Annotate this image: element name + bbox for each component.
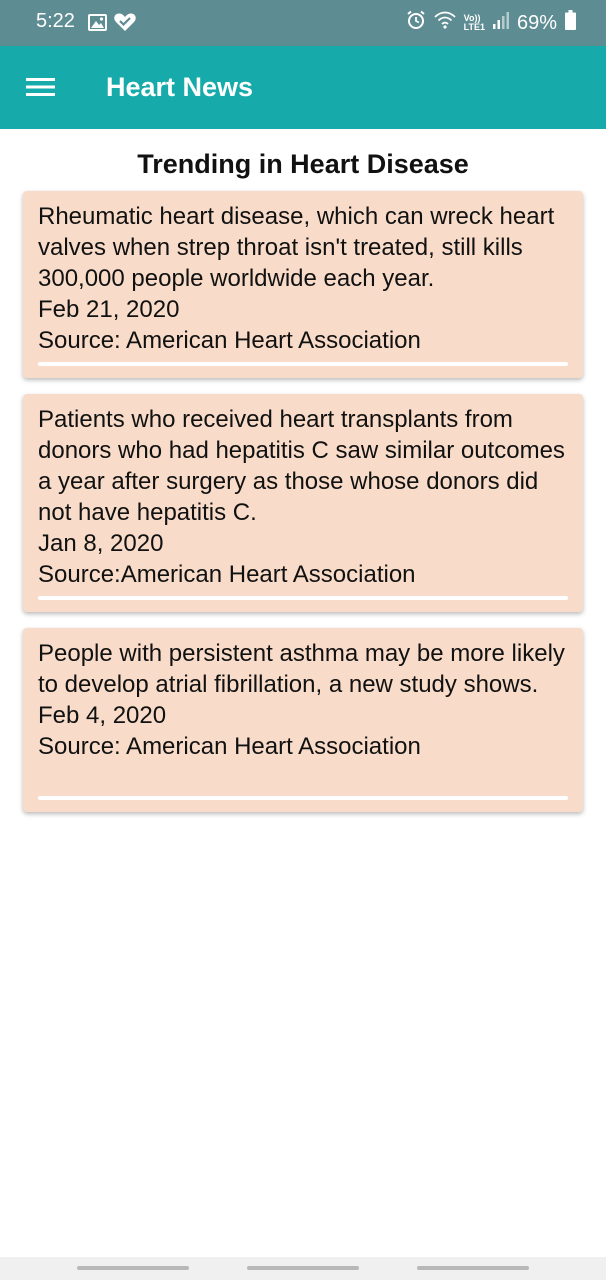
system-nav-bar [0, 1257, 606, 1280]
battery-icon [565, 10, 576, 36]
news-card[interactable]: Patients who received heart transplants … [23, 394, 583, 612]
nav-home-handle[interactable] [247, 1266, 359, 1270]
status-notification-icons [88, 12, 137, 37]
card-source: Source: American Heart Association [38, 327, 421, 354]
app-title: Heart News [106, 72, 254, 102]
card-headline: People with persistent asthma may be mor… [38, 640, 565, 698]
nav-back-handle[interactable] [417, 1266, 529, 1270]
news-card[interactable]: People with persistent asthma may be mor… [23, 628, 583, 812]
card-headline: Rheumatic heart disease, which can wreck… [38, 203, 555, 292]
hamburger-menu-icon[interactable] [24, 74, 58, 100]
card-divider [38, 796, 568, 800]
app-bar: Heart News [0, 46, 606, 129]
card-divider [38, 596, 568, 600]
status-bar: 5:22 Vo)) LTE1 69% [0, 0, 606, 46]
card-date: Jan 8, 2020 [38, 530, 164, 557]
signal-icon [492, 11, 509, 35]
wifi-icon [433, 11, 456, 35]
card-headline: Patients who received heart transplants … [38, 406, 565, 526]
status-system-icons: Vo)) LTE1 69% [406, 10, 576, 36]
card-date: Feb 4, 2020 [38, 702, 167, 729]
card-source: Source:American Heart Association [38, 561, 416, 588]
nav-recents-handle[interactable] [77, 1266, 189, 1270]
news-card[interactable]: Rheumatic heart disease, which can wreck… [23, 191, 583, 378]
image-icon [88, 13, 107, 36]
news-feed[interactable]: Trending in Heart Disease Rheumatic hear… [0, 129, 606, 1257]
lte-label: LTE1 [463, 22, 485, 32]
battery-percent: 69% [516, 11, 557, 34]
card-source: Source: American Heart Association [38, 733, 421, 760]
heart-check-icon [113, 12, 137, 37]
section-title: Trending in Heart Disease [137, 149, 469, 179]
card-date: Feb 21, 2020 [38, 296, 180, 323]
alarm-icon [406, 10, 426, 36]
card-divider [38, 362, 568, 366]
status-time: 5:22 [36, 10, 75, 32]
volte-lte-icon: Vo)) LTE1 [464, 14, 485, 32]
